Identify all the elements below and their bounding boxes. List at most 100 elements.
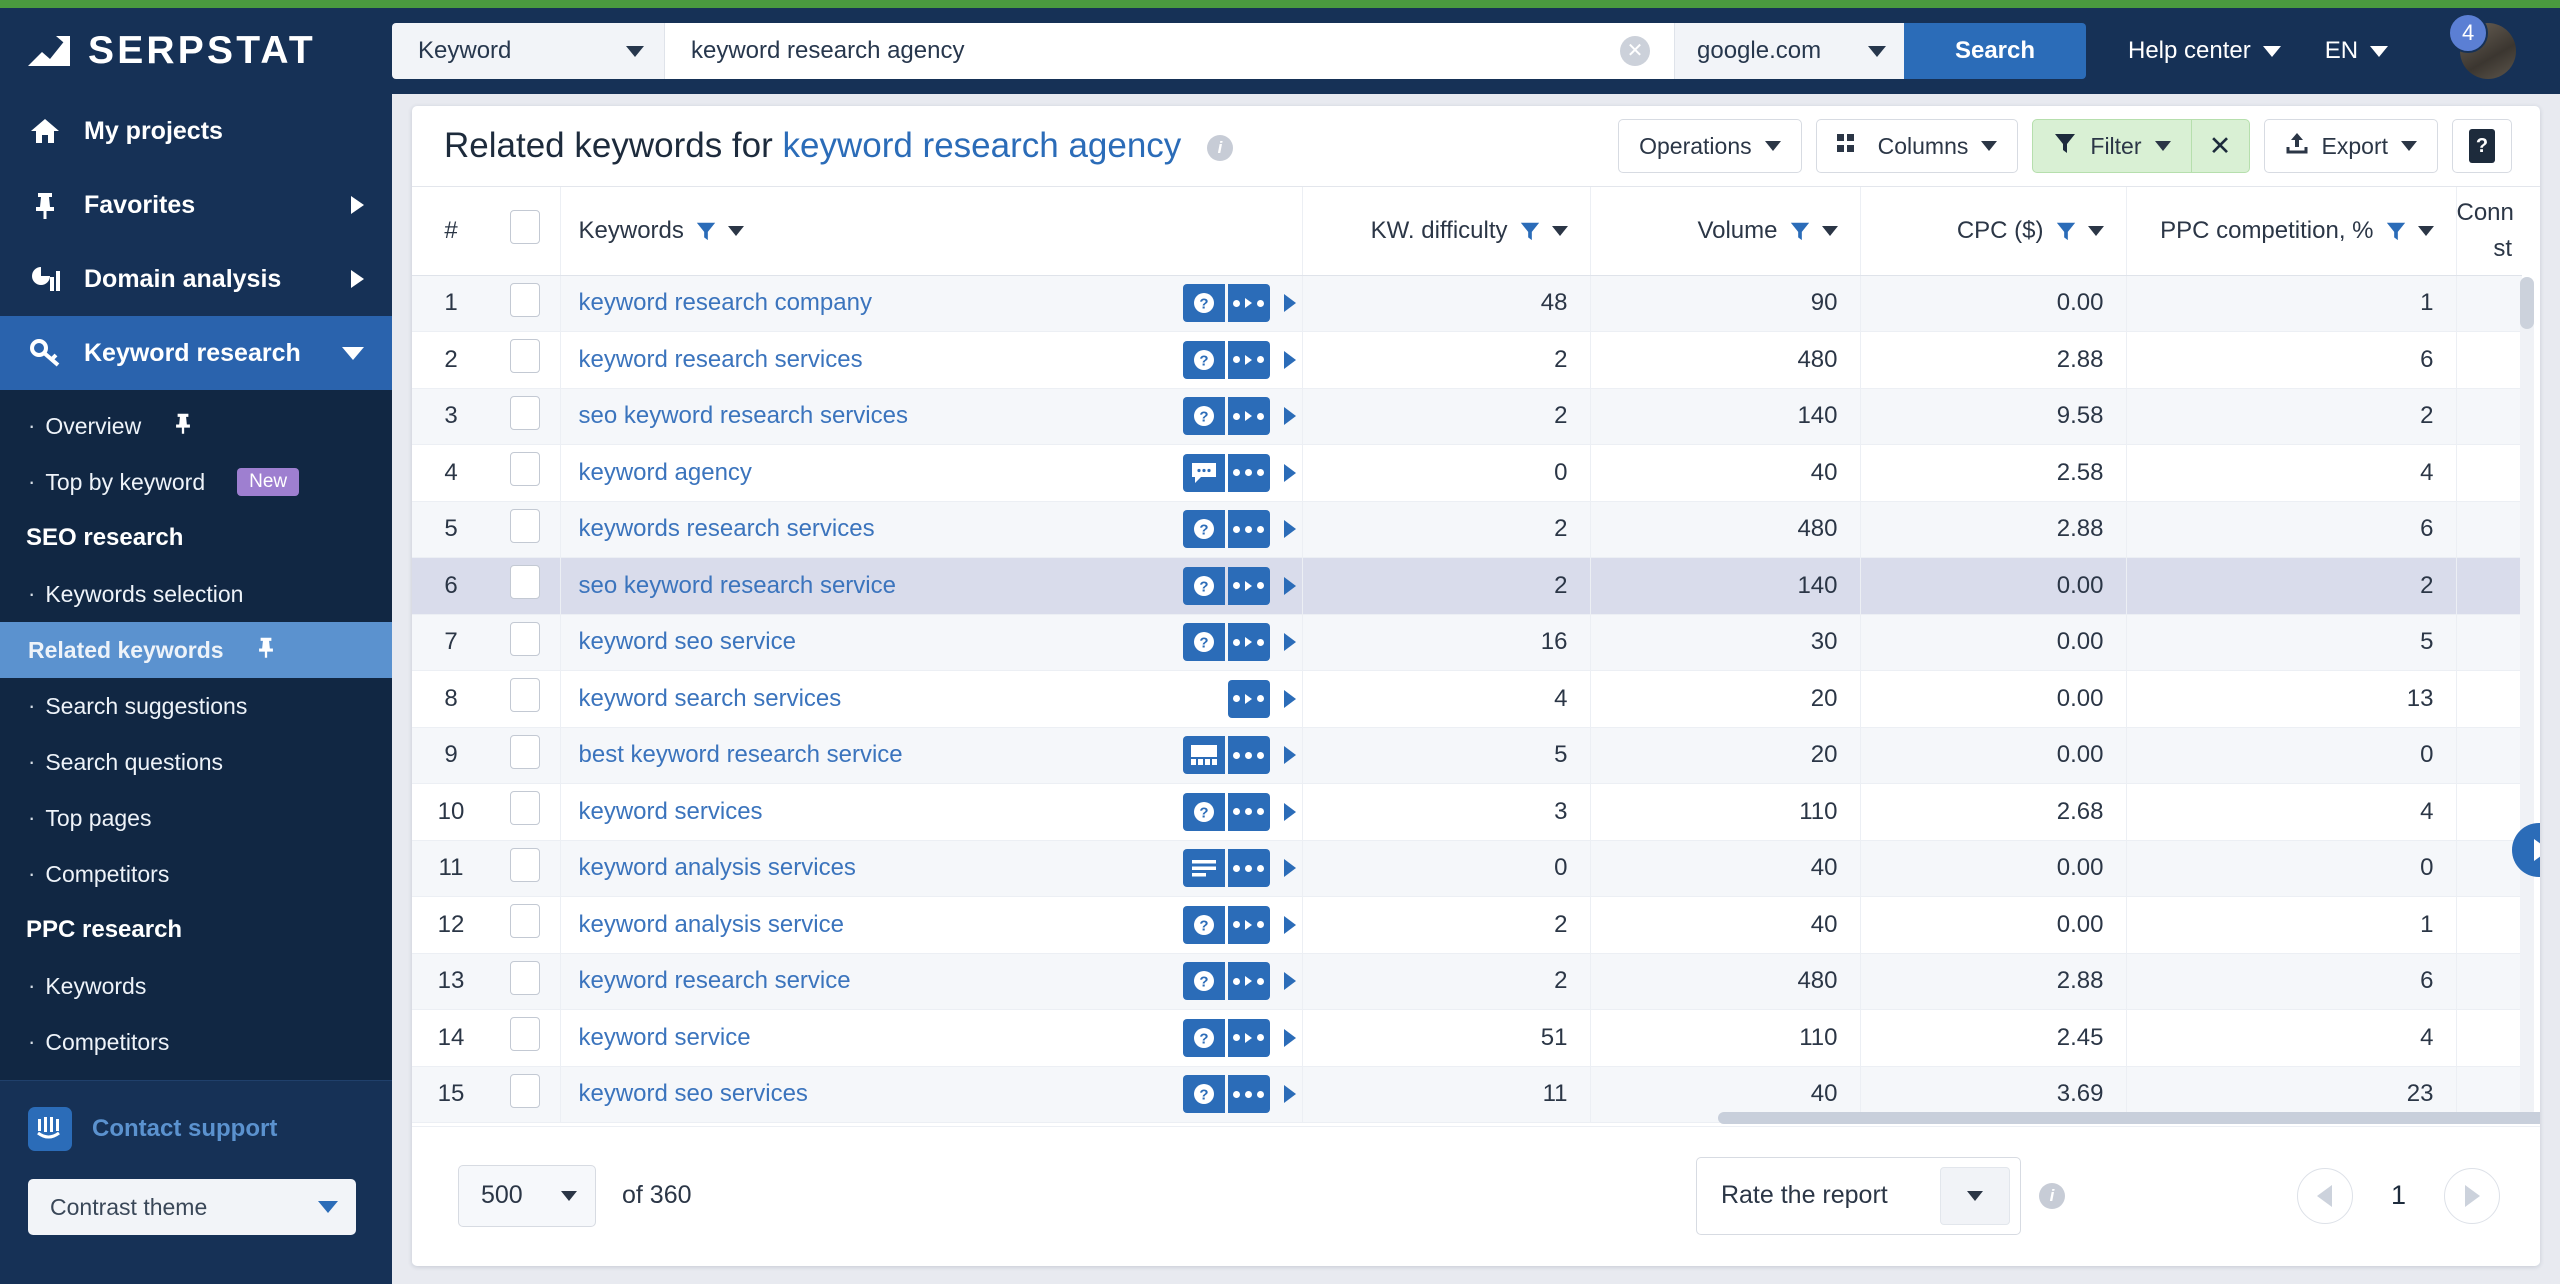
keyword-link[interactable]: keyword services <box>579 798 763 826</box>
question-mark-icon[interactable]: ? <box>1183 341 1225 379</box>
row-checkbox-cell[interactable] <box>490 671 560 728</box>
horizontal-scrollbar-thumb[interactable] <box>1718 1112 2540 1124</box>
filter-button[interactable]: Filter <box>2032 119 2191 173</box>
more-options-icon[interactable] <box>1228 341 1270 379</box>
row-expand-icon[interactable] <box>1284 351 1296 369</box>
funnel-icon[interactable] <box>2385 220 2407 242</box>
notification-badge[interactable]: 4 <box>2448 13 2488 53</box>
more-options-icon[interactable] <box>1228 793 1270 831</box>
row-expand-icon[interactable] <box>1284 690 1296 708</box>
info-icon[interactable]: i <box>2039 1183 2065 1209</box>
vertical-scrollbar-thumb[interactable] <box>2520 277 2534 329</box>
table-row[interactable]: 10keyword services?31102.684 <box>412 784 2522 841</box>
row-expand-icon[interactable] <box>1284 746 1296 764</box>
question-mark-icon[interactable]: ? <box>1183 567 1225 605</box>
row-checkbox-cell[interactable] <box>490 275 560 332</box>
row-checkbox[interactable] <box>510 961 540 995</box>
language-menu[interactable]: EN <box>2325 37 2388 65</box>
more-options-icon[interactable] <box>1228 849 1270 887</box>
vertical-scrollbar[interactable] <box>2520 277 2534 1117</box>
keyword-link[interactable]: keyword seo services <box>579 1080 808 1108</box>
column-header-connected-truncated[interactable]: Conn st <box>2456 187 2522 275</box>
chevron-down-icon[interactable] <box>2088 226 2104 236</box>
funnel-icon[interactable] <box>695 220 717 242</box>
row-expand-icon[interactable] <box>1284 407 1296 425</box>
table-row[interactable]: 12keyword analysis service?2400.001 <box>412 897 2522 954</box>
row-expand-icon[interactable] <box>1284 916 1296 934</box>
more-options-icon[interactable] <box>1228 906 1270 944</box>
keyword-link[interactable]: best keyword research service <box>579 741 903 769</box>
keyword-link[interactable]: keyword agency <box>579 459 752 487</box>
keyword-link[interactable]: keyword research services <box>579 346 863 374</box>
funnel-icon[interactable] <box>1789 220 1811 242</box>
row-checkbox[interactable] <box>510 678 540 712</box>
pagination-prev-button[interactable] <box>2297 1168 2353 1224</box>
row-checkbox[interactable] <box>510 791 540 825</box>
search-button[interactable]: Search <box>1904 23 2086 79</box>
funnel-icon[interactable] <box>1519 220 1541 242</box>
row-checkbox[interactable] <box>510 1017 540 1051</box>
sidebar-subitem-keywords-selection[interactable]: · Keywords selection <box>0 566 392 622</box>
sidebar-subitem-top-pages[interactable]: · Top pages <box>0 790 392 846</box>
row-checkbox-cell[interactable] <box>490 445 560 502</box>
more-options-icon[interactable] <box>1228 1019 1270 1057</box>
keyword-link[interactable]: keyword analysis services <box>579 854 856 882</box>
chevron-down-icon[interactable] <box>728 226 744 236</box>
search-type-select[interactable]: Keyword <box>392 23 664 79</box>
row-checkbox-cell[interactable] <box>490 727 560 784</box>
column-header-difficulty[interactable]: KW. difficulty <box>1302 187 1590 275</box>
question-mark-icon[interactable]: ? <box>1183 1075 1225 1113</box>
sidebar-subitem-ppc-competitors[interactable]: · Competitors <box>0 1014 392 1070</box>
row-checkbox-cell[interactable] <box>490 501 560 558</box>
row-checkbox-cell[interactable] <box>490 784 560 841</box>
row-checkbox-cell[interactable] <box>490 897 560 954</box>
row-expand-icon[interactable] <box>1284 1029 1296 1047</box>
table-row[interactable]: 4keyword agency0402.584 <box>412 445 2522 502</box>
select-all-checkbox[interactable] <box>510 210 540 244</box>
keyword-link[interactable]: keyword seo service <box>579 628 796 656</box>
row-checkbox-cell[interactable] <box>490 953 560 1010</box>
question-mark-icon[interactable]: ? <box>1183 962 1225 1000</box>
search-input[interactable]: keyword research agency ✕ <box>664 23 1674 79</box>
question-mark-icon[interactable]: ? <box>1183 397 1225 435</box>
row-expand-icon[interactable] <box>1284 859 1296 877</box>
more-options-icon[interactable] <box>1228 962 1270 1000</box>
sidebar-subitem-top-by-keyword[interactable]: · Top by keyword New <box>0 454 392 510</box>
row-expand-icon[interactable] <box>1284 464 1296 482</box>
close-x-icon[interactable]: ✕ <box>2192 119 2250 173</box>
sidebar-subitem-overview[interactable]: · Overview <box>0 398 392 454</box>
table-row[interactable]: 7keyword seo service?16300.005 <box>412 614 2522 671</box>
column-header-volume[interactable]: Volume <box>1590 187 1860 275</box>
row-checkbox[interactable] <box>510 339 540 373</box>
row-checkbox-cell[interactable] <box>490 1066 560 1123</box>
row-checkbox[interactable] <box>510 452 540 486</box>
row-expand-icon[interactable] <box>1284 1085 1296 1103</box>
pin-icon[interactable] <box>256 636 276 664</box>
contact-support-button[interactable]: Contact support <box>28 1107 364 1151</box>
keyword-link[interactable]: keyword service <box>579 1024 751 1052</box>
question-mark-icon[interactable]: ? <box>1183 906 1225 944</box>
sidebar-subitem-related-keywords[interactable]: Related keywords <box>0 622 392 678</box>
table-row[interactable]: 13keyword research service?24802.886 <box>412 953 2522 1010</box>
table-row[interactable]: 5keywords research services?24802.886 <box>412 501 2522 558</box>
table-row[interactable]: 3seo keyword research services?21409.582 <box>412 388 2522 445</box>
row-checkbox-cell[interactable] <box>490 332 560 389</box>
keyword-link[interactable]: keywords research services <box>579 515 875 543</box>
row-expand-icon[interactable] <box>1284 577 1296 595</box>
table-row[interactable]: 14keyword service?511102.454 <box>412 1010 2522 1067</box>
sidebar-item-my-projects[interactable]: My projects <box>0 94 392 168</box>
question-mark-icon[interactable]: ? <box>1183 1019 1225 1057</box>
brand-logo[interactable]: SERPSTAT <box>0 29 392 73</box>
row-checkbox[interactable] <box>510 1074 540 1108</box>
help-button[interactable]: ? <box>2452 119 2512 173</box>
row-checkbox-cell[interactable] <box>490 840 560 897</box>
snippet-icon[interactable] <box>1183 849 1225 887</box>
table-row[interactable]: 6seo keyword research service?21400.002 <box>412 558 2522 615</box>
more-options-icon[interactable] <box>1228 1075 1270 1113</box>
row-expand-icon[interactable] <box>1284 520 1296 538</box>
columns-button[interactable]: Columns <box>1816 119 2019 173</box>
rate-report-dropdown[interactable] <box>1940 1167 2010 1225</box>
keyword-link[interactable]: seo keyword research service <box>579 572 896 600</box>
more-options-icon[interactable] <box>1228 623 1270 661</box>
sidebar-subitem-ppc-keywords[interactable]: · Keywords <box>0 958 392 1014</box>
